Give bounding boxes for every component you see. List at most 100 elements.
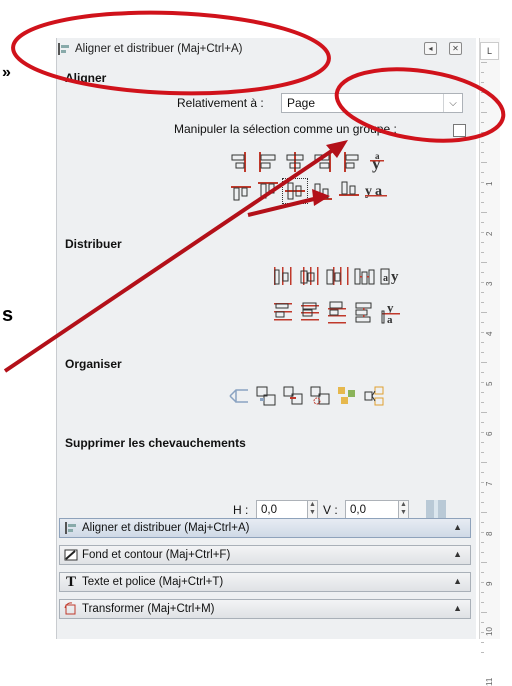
align-section-title: Aligner (65, 71, 107, 85)
ruler-tick (481, 442, 484, 443)
ruler-tick (481, 502, 484, 503)
ruler-tick (481, 192, 484, 193)
unclump-objects-icon[interactable] (362, 384, 386, 408)
ruler-tick (481, 392, 484, 393)
dock-tab-label: Texte et police (Maj+Ctrl+T) (82, 576, 224, 588)
ruler-tick (481, 432, 484, 433)
randomize-positions-icon[interactable] (335, 384, 359, 408)
ruler-tick (481, 252, 484, 253)
ruler-tick (481, 142, 484, 143)
exchange-positions-icon[interactable] (281, 384, 305, 408)
detach-icon[interactable]: ◂ (424, 42, 437, 55)
chevron-up-icon[interactable]: ▲ (453, 603, 462, 613)
ruler-tick (481, 652, 484, 653)
vertical-ruler[interactable] (479, 38, 500, 639)
distribute-bottom-edges-icon[interactable] (325, 300, 349, 324)
close-icon[interactable]: ✕ (449, 42, 462, 55)
v-gap-value: 0,0 (350, 503, 366, 516)
ruler-tick (481, 542, 484, 543)
organize-section-title: Organiser (65, 357, 122, 371)
align-distribute-icon (63, 520, 79, 536)
ruler-tick (481, 182, 484, 183)
h-gap-input[interactable]: 0,0 (256, 500, 308, 519)
align-left-edges-icon[interactable] (256, 150, 280, 174)
ruler-tick (481, 102, 484, 103)
dock-tab-label: Transformer (Maj+Ctrl+M) (82, 603, 215, 615)
ruler-tick (481, 82, 484, 83)
svg-text:a: a (375, 151, 380, 161)
ruler-tick (481, 612, 487, 613)
relative-to-select[interactable]: Page ⌵ (281, 93, 463, 113)
distribute-top-edges-icon[interactable] (271, 300, 295, 324)
distribute-gaps-vertically-icon[interactable] (352, 300, 376, 324)
ruler-tick (481, 472, 484, 473)
text-font-icon: T (65, 573, 76, 590)
chevron-up-icon[interactable]: ▲ (453, 576, 462, 586)
distribute-centers-horizontally-icon[interactable] (298, 264, 322, 288)
distribute-left-edges-icon[interactable] (271, 264, 295, 288)
align-baseline-text-vertical-icon[interactable]: ya (364, 150, 388, 174)
distribute-centers-vertically-icon[interactable] (298, 300, 322, 324)
distribute-baselines-vertically-icon[interactable]: ya (379, 300, 403, 326)
align-left-to-right-edge-icon[interactable] (337, 150, 361, 174)
ruler-tick (481, 282, 484, 283)
v-gap-spinner[interactable]: ▲ ▼ (398, 500, 409, 519)
ruler-tick (481, 572, 484, 573)
ruler-tick (481, 592, 484, 593)
ruler-number: 9 (485, 581, 494, 586)
ruler-tick (481, 522, 484, 523)
arrange-grid-icon[interactable] (254, 384, 278, 408)
svg-text:y: y (365, 184, 372, 199)
dock-tab-transform[interactable]: Transformer (Maj+Ctrl+M) ▲ (59, 599, 471, 619)
ruler-number: 8 (485, 531, 494, 536)
align-top-to-bottom-edge-icon[interactable] (337, 179, 361, 203)
svg-text:y: y (387, 300, 394, 315)
chevron-up-icon[interactable]: ▲ (453, 549, 462, 559)
group-selection-checkbox[interactable] (453, 124, 466, 137)
remove-overlaps-section-title: Supprimer les chevauchements (65, 436, 246, 450)
ruler-tick (481, 132, 484, 133)
center-on-vertical-axis-icon[interactable] (283, 150, 307, 174)
ruler-tick (481, 312, 487, 313)
relative-to-value: Page (287, 96, 316, 110)
ruler-tick (481, 222, 484, 223)
ruler-number: 4 (485, 331, 494, 336)
ruler-tick (481, 352, 484, 353)
ruler-corner: L (480, 42, 499, 60)
ruler-tick (481, 92, 484, 93)
ruler-tick (481, 482, 484, 483)
dock-tab-align-distribute[interactable]: Aligner et distribuer (Maj+Ctrl+A) ▲ (59, 518, 471, 538)
svg-text:a: a (375, 184, 382, 199)
distribute-baselines-horizontally-icon[interactable]: ay (379, 264, 403, 288)
dialog-titlebar[interactable]: Aligner et distribuer (Maj+Ctrl+A) ◂ ✕ (57, 38, 476, 60)
svg-text:y: y (391, 269, 399, 285)
ruler-tick (481, 212, 487, 213)
exchange-clockwise-icon[interactable] (308, 384, 332, 408)
distribute-gaps-horizontally-icon[interactable] (352, 264, 376, 288)
v-gap-input[interactable]: 0,0 (345, 500, 399, 519)
ruler-tick (481, 342, 484, 343)
align-bottom-to-top-edge-icon[interactable] (229, 179, 253, 203)
ruler-tick (481, 152, 484, 153)
ruler-number: 5 (485, 381, 494, 386)
ruler-tick (481, 632, 484, 633)
dock-tab-text-font[interactable]: T Texte et police (Maj+Ctrl+T) ▲ (59, 572, 471, 592)
ruler-number: 10 (485, 627, 494, 636)
ruler-tick (481, 172, 484, 173)
unclump-graph-icon[interactable] (227, 384, 251, 408)
dock-tab-fill-stroke[interactable]: Fond et contour (Maj+Ctrl+F) ▲ (59, 545, 471, 565)
ruler-tick (481, 512, 487, 513)
ruler-number: 3 (485, 281, 494, 286)
center-on-horizontal-axis-icon[interactable] (282, 178, 308, 204)
align-right-to-left-edge-icon[interactable] (229, 150, 253, 174)
h-gap-spinner[interactable]: ▲ ▼ (307, 500, 318, 519)
ruler-tick (481, 232, 484, 233)
distribute-right-edges-icon[interactable] (325, 264, 349, 288)
align-bottom-edges-icon[interactable] (310, 179, 334, 203)
svg-text:a: a (387, 314, 393, 324)
transform-icon (63, 601, 79, 617)
align-baseline-text-horizontal-icon[interactable]: ya (364, 179, 388, 203)
align-right-edges-icon[interactable] (310, 150, 334, 174)
align-top-edges-icon[interactable] (256, 179, 280, 203)
chevron-up-icon[interactable]: ▲ (453, 522, 462, 532)
